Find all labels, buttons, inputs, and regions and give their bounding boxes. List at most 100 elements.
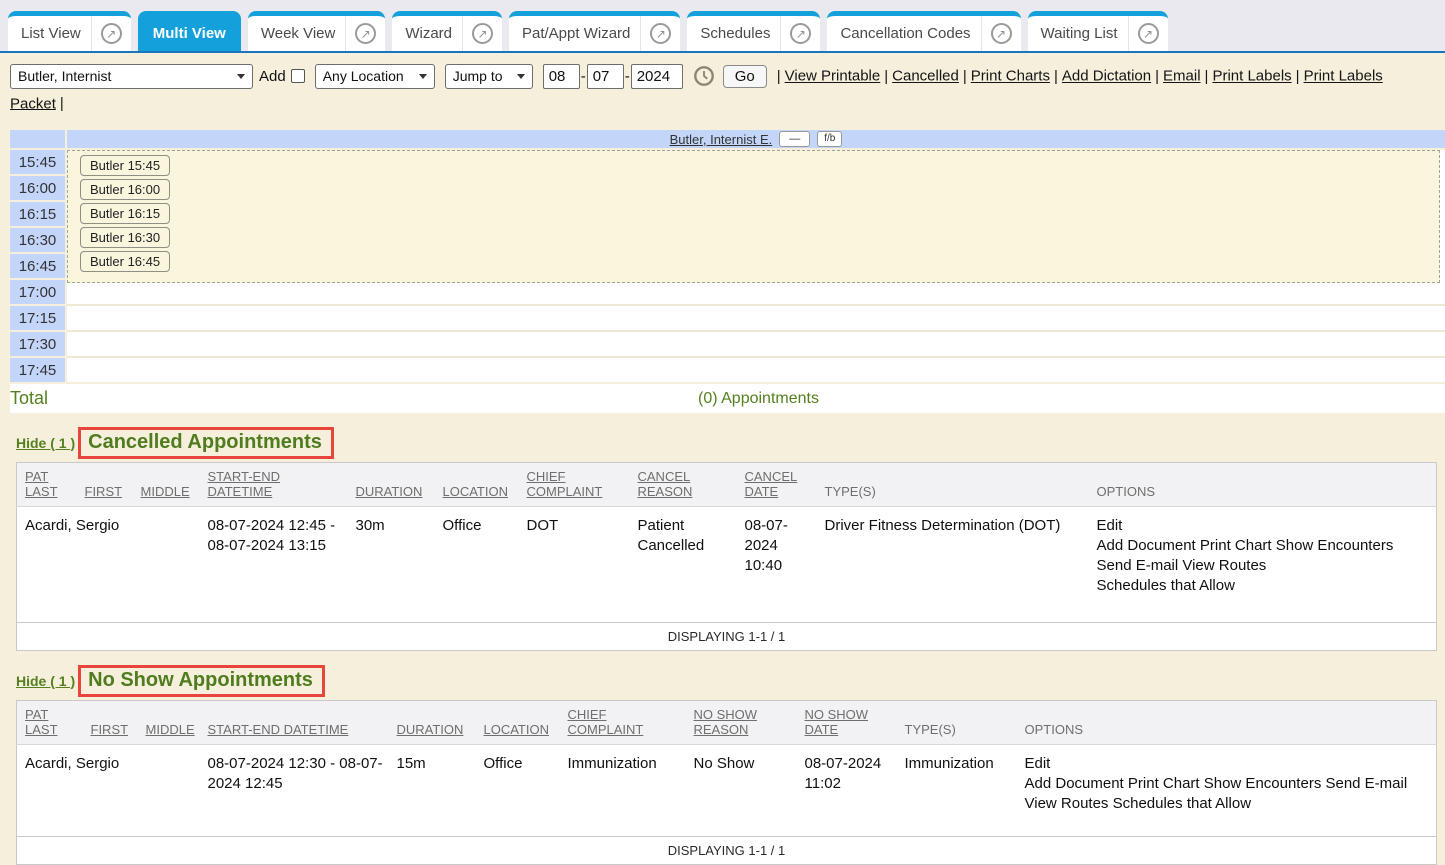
cancelled-link[interactable]: Cancelled [892,68,959,85]
cell-no-show-date: 08-07-2024 11:02 [797,745,897,837]
tab-cancellation-codes[interactable]: Cancellation Codes [827,11,1020,51]
col-header-chief-complaint[interactable]: CHIEF COMPLAINT [519,463,630,507]
time-slot-label: 16:30 [10,228,65,252]
no-show-section-header: Hide ( 1 ) No Show Appointments [16,664,1437,697]
open-new-window-button[interactable] [345,16,385,51]
tab-wizard[interactable]: Wizard [392,11,502,51]
date-year-input[interactable] [631,64,683,89]
link-separator: | [1050,68,1062,85]
col-header-options: OPTIONS [1089,463,1437,507]
total-label: Total [10,388,72,409]
date-separator: - [625,68,630,85]
total-row: Total (0) Appointments [10,384,1445,413]
slot-button[interactable]: Butler 16:15 [80,203,170,224]
external-link-icon [650,23,671,44]
row-action-links[interactable]: Schedules that Allow [1097,576,1433,596]
col-header-types: TYPE(S) [817,463,1089,507]
location-select[interactable]: Any Location [315,64,435,89]
col-header-no-show-date[interactable]: NO SHOW DATE [797,701,897,745]
tab-pat-appt-wizard[interactable]: Pat/Appt Wizard [509,11,680,51]
slot-button[interactable]: Butler 16:00 [80,179,170,200]
external-link-icon [101,23,122,44]
cell-duration: 15m [389,745,476,837]
hide-cancelled-link[interactable]: Hide ( 1 ) [16,435,75,451]
link-separator: | [56,95,68,112]
col-header-location[interactable]: LOCATION [476,701,560,745]
col-header-first[interactable]: FIRST [77,463,133,507]
add-dictation-link[interactable]: Add Dictation [1062,68,1151,85]
col-header-pat-last[interactable]: PAT LAST [17,701,83,745]
open-new-window-button[interactable] [91,16,131,51]
col-header-location[interactable]: LOCATION [435,463,519,507]
no-show-appointments-section: Hide ( 1 ) No Show Appointments PAT LAST… [16,664,1437,865]
slot-button[interactable]: Butler 16:45 [80,251,170,272]
add-checkbox[interactable] [291,69,305,83]
minimize-column-button[interactable]: — [779,131,810,147]
go-button[interactable]: Go [723,65,767,88]
email-link[interactable]: Email [1163,68,1201,85]
external-link-icon [991,23,1012,44]
print-charts-link[interactable]: Print Charts [971,68,1050,85]
row-action-links[interactable]: Add Document Print Chart Show Encounters… [1025,774,1433,794]
tab-schedules[interactable]: Schedules [687,11,820,51]
tab-label: Waiting List [1028,16,1128,51]
col-header-start-end[interactable]: START-END DATETIME [200,701,389,745]
date-month-input[interactable] [543,64,580,89]
cell-location: Office [435,507,519,623]
tab-multi-view[interactable]: Multi View [138,11,241,51]
provider-column-link[interactable]: Butler, Internist E. [670,132,773,147]
link-separator: | [1292,68,1304,85]
col-header-middle[interactable]: MIDDLE [138,701,200,745]
cell-datetime: 08-07-2024 12:30 - 08-07-2024 12:45 [200,745,389,837]
add-label: Add [259,63,286,90]
tab-list-view[interactable]: List View [8,11,131,51]
cell-options: Edit Add Document Print Chart Show Encou… [1017,745,1437,837]
slot-button[interactable]: Butler 16:30 [80,227,170,248]
date-day-input[interactable] [587,64,624,89]
col-header-cancel-reason[interactable]: CANCEL REASON [630,463,737,507]
col-header-pat-last[interactable]: PAT LAST [17,463,77,507]
jump-to-select[interactable]: Jump to [445,64,533,89]
open-new-window-button[interactable] [981,16,1021,51]
time-column-header [10,130,65,148]
col-header-options: OPTIONS [1017,701,1437,745]
tab-waiting-list[interactable]: Waiting List [1028,11,1168,51]
slot-button[interactable]: Butler 15:45 [80,155,170,176]
total-appointments: (0) Appointments [72,390,1445,408]
tab-label: Week View [248,16,345,51]
provider-select[interactable]: Butler, Internist [10,64,253,89]
print-labels-link[interactable]: Print Labels [1212,68,1291,85]
row-action-links[interactable]: Add Document Print Chart Show Encounters [1097,536,1433,556]
fb-toggle-button[interactable]: f/b [817,131,842,147]
row-action-links[interactable]: View Routes Schedules that Allow [1025,794,1433,814]
availability-block: Butler 15:45 Butler 16:00 Butler 16:15 B… [67,150,1440,283]
col-header-no-show-reason[interactable]: NO SHOW REASON [686,701,797,745]
clock-icon[interactable] [693,65,715,87]
row-action-links[interactable]: Send E-mail View Routes [1097,556,1433,576]
open-new-window-button[interactable] [640,16,680,51]
col-header-chief-complaint[interactable]: CHIEF COMPLAINT [560,701,686,745]
no-show-appointments-table: PAT LAST FIRST MIDDLE START-END DATETIME… [16,700,1437,865]
time-slot-label: 17:45 [10,358,65,382]
hide-no-show-link[interactable]: Hide ( 1 ) [16,673,75,689]
open-new-window-button[interactable] [1128,16,1168,51]
cancelled-appointments-table: PAT LAST FIRST MIDDLE START-END DATETIME… [16,462,1437,651]
view-printable-link[interactable]: View Printable [785,68,881,85]
col-header-duration[interactable]: DURATION [389,701,476,745]
cancelled-section-header: Hide ( 1 ) Cancelled Appointments [16,426,1437,459]
tab-label: Multi View [138,16,241,51]
col-header-middle[interactable]: MIDDLE [133,463,200,507]
open-new-window-button[interactable] [462,16,502,51]
no-show-section-title: No Show Appointments [78,665,325,697]
edit-link[interactable]: Edit [1097,516,1433,536]
col-header-first[interactable]: FIRST [83,701,138,745]
time-slot-label: 16:15 [10,202,65,226]
col-header-start-end[interactable]: START-END DATETIME [200,463,348,507]
col-header-cancel-date[interactable]: CANCEL DATE [737,463,817,507]
cell-patient: Acardi, Sergio [17,745,200,837]
col-header-duration[interactable]: DURATION [348,463,435,507]
open-new-window-button[interactable] [780,16,820,51]
edit-link[interactable]: Edit [1025,754,1433,774]
tab-week-view[interactable]: Week View [248,11,385,51]
cell-types: Driver Fitness Determination (DOT) [817,507,1089,623]
